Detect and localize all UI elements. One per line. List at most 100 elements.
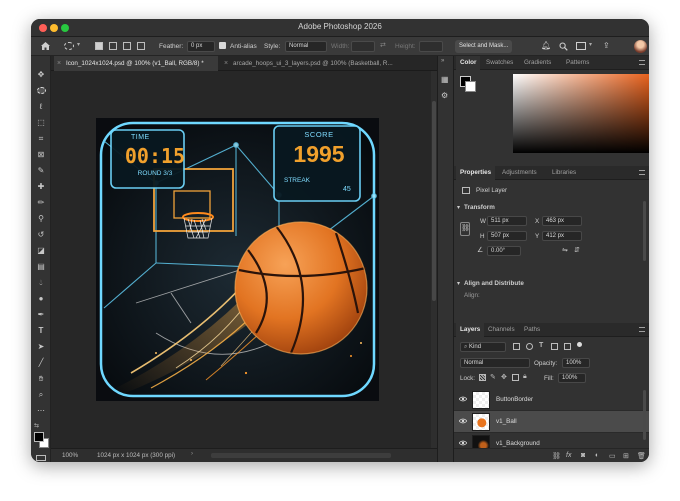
- quick-mask-icon[interactable]: [36, 455, 46, 461]
- tab-arcade-document[interactable]: × arcade_hoops_ui_3_layers.psd @ 100% (B…: [221, 56, 433, 71]
- tab-channels[interactable]: Channels: [484, 323, 519, 337]
- visibility-eye-icon[interactable]: [459, 418, 467, 424]
- filter-smart-icon[interactable]: [564, 343, 571, 350]
- swap-colors-icon[interactable]: ⇆: [34, 422, 39, 429]
- tab-color[interactable]: Color: [456, 56, 481, 70]
- chevron-down-icon[interactable]: ▾: [457, 204, 460, 211]
- layer-style-icon[interactable]: fx: [566, 452, 571, 459]
- visibility-eye-icon[interactable]: [459, 396, 467, 402]
- style-select[interactable]: Normal: [285, 41, 327, 52]
- filter-pixel-icon[interactable]: [513, 343, 520, 350]
- panel-menu-icon[interactable]: [639, 170, 645, 175]
- subtract-selection-icon[interactable]: [123, 42, 131, 50]
- flip-vertical-icon[interactable]: ⇵: [574, 246, 580, 254]
- tab-icon-document[interactable]: × Icon_1024x1024.psd @ 100% (v1_Ball, RG…: [54, 56, 218, 71]
- object-selection-tool-icon[interactable]: ⬚: [35, 118, 47, 128]
- move-tool-icon[interactable]: ✥: [35, 70, 47, 80]
- zoom-level[interactable]: 100%: [62, 452, 78, 459]
- new-selection-icon[interactable]: [95, 42, 103, 50]
- lock-position-icon[interactable]: ✥: [501, 373, 507, 381]
- zoom-tool-icon[interactable]: ⌕: [35, 390, 47, 400]
- bell-icon[interactable]: 🔔︎: [541, 41, 551, 50]
- brush-tool-icon[interactable]: ✏: [35, 198, 47, 208]
- marquee-tool-icon[interactable]: [35, 86, 47, 96]
- flip-horizontal-icon[interactable]: ⇋: [562, 246, 568, 254]
- lasso-tool-icon[interactable]: ℓ: [35, 102, 47, 112]
- chevron-down-icon[interactable]: ▾: [589, 41, 592, 48]
- layers-scrollbar[interactable]: [643, 390, 646, 440]
- width-input[interactable]: [351, 41, 375, 52]
- fill-input[interactable]: 100%: [558, 373, 586, 383]
- layer-row-buttonborder[interactable]: ButtonBorder: [454, 389, 649, 411]
- x-input[interactable]: 463 px: [542, 216, 582, 226]
- panel-menu-icon[interactable]: [639, 60, 645, 65]
- swap-icon[interactable]: ⇄: [380, 41, 386, 49]
- home-icon[interactable]: [40, 41, 51, 51]
- angle-input[interactable]: 0.00°: [487, 246, 521, 256]
- align-distribute-title[interactable]: Align and Distribute: [464, 280, 524, 287]
- dodge-tool-icon[interactable]: ●: [35, 294, 47, 304]
- crop-tool-icon[interactable]: ⌗: [35, 134, 47, 144]
- history-icon[interactable]: ▦: [441, 75, 449, 84]
- trash-icon[interactable]: 🗑︎: [637, 452, 646, 460]
- layer-row-v1-ball[interactable]: v1_Ball: [454, 411, 649, 433]
- canvas-area[interactable]: TIME 00:15 ROUND 3/3 SCORE 1995 STREAK 4…: [51, 71, 431, 448]
- width-input[interactable]: 511 px: [487, 216, 527, 226]
- close-tab-icon[interactable]: ×: [57, 56, 61, 71]
- intersect-selection-icon[interactable]: [137, 42, 145, 50]
- group-icon[interactable]: ▭: [609, 452, 616, 460]
- pen-tool-icon[interactable]: ✒: [35, 310, 47, 320]
- height-input[interactable]: 507 px: [487, 231, 527, 241]
- link-layers-icon[interactable]: ⛓︎: [552, 452, 561, 460]
- tab-layers[interactable]: Layers: [456, 323, 485, 337]
- blend-mode-select[interactable]: Normal: [460, 358, 530, 368]
- eraser-tool-icon[interactable]: ◪: [35, 246, 47, 256]
- tab-gradients[interactable]: Gradients: [520, 56, 555, 70]
- layer-name[interactable]: v1_Ball: [496, 418, 517, 425]
- chevron-down-icon[interactable]: ▾: [77, 41, 80, 48]
- blur-tool-icon[interactable]: 💧︎: [35, 278, 47, 288]
- select-and-mask-button[interactable]: Select and Mask...: [455, 40, 513, 53]
- new-layer-icon[interactable]: ⊞: [623, 452, 629, 460]
- layer-name[interactable]: ButtonBorder: [496, 396, 533, 403]
- tab-adjustments[interactable]: Adjustments: [498, 166, 541, 180]
- healing-brush-tool-icon[interactable]: ✚: [35, 182, 47, 192]
- visibility-eye-icon[interactable]: [459, 440, 467, 446]
- user-avatar[interactable]: [634, 40, 647, 53]
- hand-tool-icon[interactable]: ✋︎: [35, 374, 47, 384]
- eyedropper-tool-icon[interactable]: ✎: [35, 166, 47, 176]
- horizontal-scrollbar[interactable]: [211, 453, 391, 458]
- scroll-thumb[interactable]: [432, 101, 436, 301]
- status-chevron-icon[interactable]: ›: [191, 451, 193, 457]
- layer-name[interactable]: v1_Background: [496, 440, 540, 447]
- y-input[interactable]: 412 px: [542, 231, 582, 241]
- link-dimensions-icon[interactable]: ⛓︎: [460, 222, 470, 236]
- line-tool-icon[interactable]: ╱: [35, 358, 47, 368]
- tab-swatches[interactable]: Swatches: [482, 56, 517, 70]
- lock-all-icon[interactable]: 🔒︎: [523, 373, 527, 381]
- opacity-input[interactable]: 100%: [562, 358, 590, 368]
- height-input[interactable]: [419, 41, 443, 52]
- adjustment-layer-icon[interactable]: ◐: [595, 452, 599, 459]
- feather-input[interactable]: 0 px: [187, 41, 215, 52]
- lock-transparency-icon[interactable]: [479, 374, 486, 381]
- adjust-icon[interactable]: ⚙︎: [441, 91, 448, 100]
- workspace-icon[interactable]: [576, 42, 586, 50]
- tab-libraries[interactable]: Libraries: [548, 166, 580, 180]
- lock-pixels-icon[interactable]: ✎: [490, 373, 496, 381]
- gradient-tool-icon[interactable]: ▤: [35, 262, 47, 272]
- bg-color-chip[interactable]: [465, 81, 476, 92]
- layer-filter-kind[interactable]: ⌕ Kind: [460, 342, 506, 352]
- frame-tool-icon[interactable]: ⊠: [35, 150, 47, 160]
- document-info[interactable]: 1024 px x 1024 px (300 ppi): [97, 452, 175, 459]
- properties-scrollbar[interactable]: [643, 201, 646, 261]
- history-brush-tool-icon[interactable]: ↺: [35, 230, 47, 240]
- panel-menu-icon[interactable]: [639, 327, 645, 332]
- share-icon[interactable]: ⇪: [603, 41, 610, 50]
- antialias-checkbox[interactable]: [219, 42, 226, 49]
- more-tools-icon[interactable]: ⋯: [35, 406, 47, 416]
- layer-mask-icon[interactable]: ◙: [581, 452, 585, 459]
- tab-paths[interactable]: Paths: [520, 323, 544, 337]
- filter-adjustment-icon[interactable]: [526, 343, 533, 350]
- close-tab-icon[interactable]: ×: [224, 56, 228, 71]
